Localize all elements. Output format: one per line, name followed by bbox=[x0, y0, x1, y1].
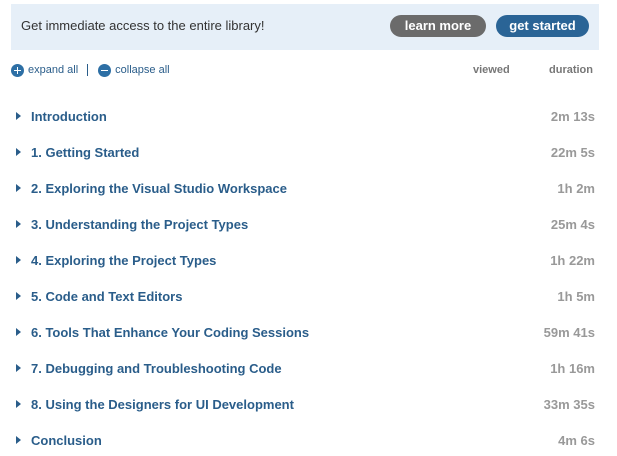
module-row[interactable]: Conclusion 4m 6s bbox=[11, 422, 599, 456]
module-row[interactable]: 1. Getting Started 22m 5s bbox=[11, 134, 599, 170]
module-title: 4. Exploring the Project Types bbox=[31, 253, 217, 268]
module-row[interactable]: 3. Understanding the Project Types 25m 4… bbox=[11, 206, 599, 242]
duration-column-header: duration bbox=[549, 64, 593, 76]
module-duration: 59m 41s bbox=[543, 325, 595, 340]
module-title: 3. Understanding the Project Types bbox=[31, 217, 249, 232]
module-duration: 1h 2m bbox=[557, 181, 595, 196]
minus-circle-icon bbox=[98, 63, 112, 77]
module-title: 7. Debugging and Troubleshooting Code bbox=[31, 361, 282, 376]
divider bbox=[87, 64, 89, 76]
promo-text: Get immediate access to the entire libra… bbox=[21, 18, 265, 33]
learn-more-button[interactable]: learn more bbox=[390, 15, 486, 37]
expand-collapse-controls: expand all collapse all bbox=[11, 62, 170, 78]
module-duration: 4m 6s bbox=[558, 433, 595, 448]
expand-arrow-icon bbox=[16, 148, 21, 156]
promo-banner: Get immediate access to the entire libra… bbox=[11, 4, 599, 50]
expand-arrow-icon bbox=[16, 328, 21, 336]
expand-arrow-icon bbox=[16, 364, 21, 372]
module-title: 8. Using the Designers for UI Developmen… bbox=[31, 397, 294, 412]
expand-arrow-icon bbox=[16, 256, 21, 264]
expand-arrow-icon bbox=[16, 292, 21, 300]
module-title: Conclusion bbox=[31, 433, 102, 448]
expand-all-label: expand all bbox=[28, 64, 79, 76]
collapse-all-label: collapse all bbox=[115, 64, 170, 76]
module-title: Introduction bbox=[31, 109, 107, 124]
module-duration: 25m 4s bbox=[550, 217, 595, 232]
get-started-button[interactable]: get started bbox=[496, 15, 589, 37]
module-duration: 1h 16m bbox=[550, 361, 595, 376]
module-duration: 1h 22m bbox=[550, 253, 595, 268]
expand-arrow-icon bbox=[16, 220, 21, 228]
collapse-all-link[interactable]: collapse all bbox=[98, 63, 170, 77]
expand-arrow-icon bbox=[16, 400, 21, 408]
module-duration: 33m 35s bbox=[543, 397, 595, 412]
module-row[interactable]: 8. Using the Designers for UI Developmen… bbox=[11, 386, 599, 422]
module-duration: 2m 13s bbox=[550, 109, 595, 124]
expand-all-link[interactable]: expand all bbox=[11, 63, 79, 77]
expand-arrow-icon bbox=[16, 184, 21, 192]
module-row[interactable]: 2. Exploring the Visual Studio Workspace… bbox=[11, 170, 599, 206]
viewed-column-header: viewed bbox=[473, 64, 510, 76]
module-list: Introduction 2m 13s 1. Getting Started 2… bbox=[11, 98, 599, 456]
module-duration: 1h 5m bbox=[557, 289, 595, 304]
plus-circle-icon bbox=[11, 63, 24, 77]
module-row[interactable]: 5. Code and Text Editors 1h 5m bbox=[11, 278, 599, 314]
module-title: 5. Code and Text Editors bbox=[31, 289, 183, 304]
module-duration: 22m 5s bbox=[550, 145, 595, 160]
module-title: 2. Exploring the Visual Studio Workspace bbox=[31, 181, 287, 196]
module-title: 1. Getting Started bbox=[31, 145, 140, 160]
module-row[interactable]: Introduction 2m 13s bbox=[11, 98, 599, 134]
expand-arrow-icon bbox=[16, 436, 21, 444]
module-row[interactable]: 7. Debugging and Troubleshooting Code 1h… bbox=[11, 350, 599, 386]
module-title: 6. Tools That Enhance Your Coding Sessio… bbox=[31, 325, 310, 340]
module-row[interactable]: 6. Tools That Enhance Your Coding Sessio… bbox=[11, 314, 599, 350]
expand-arrow-icon bbox=[16, 112, 21, 120]
module-row[interactable]: 4. Exploring the Project Types 1h 22m bbox=[11, 242, 599, 278]
